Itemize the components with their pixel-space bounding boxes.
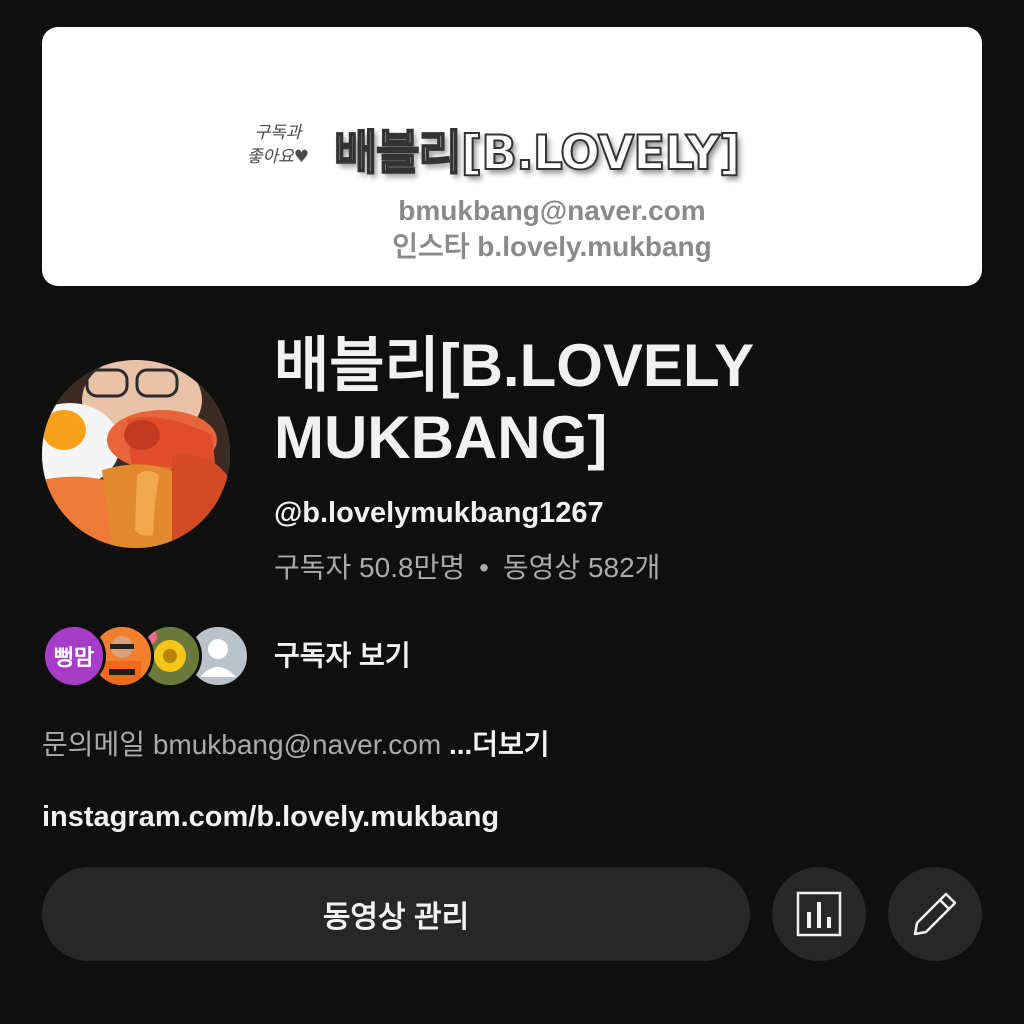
subscriber-count: 구독자 50.8만명 (274, 552, 466, 583)
channel-stats: 구독자 50.8만명 • 동영상 582개 (274, 549, 660, 587)
subscriber-avatars[interactable]: 뻥맘 (42, 624, 252, 688)
banner-title: 배블리[B.LOVELY] (333, 125, 741, 182)
manage-videos-button[interactable]: 동영상 관리 (42, 867, 750, 961)
banner-email: bmukbang@naver.com (398, 195, 706, 226)
view-subscribers-link[interactable]: 구독자 보기 (274, 638, 411, 674)
manage-videos-label: 동영상 관리 (322, 901, 470, 934)
banner-instagram: 인스타 b.lovely.mukbang (392, 231, 712, 262)
pencil-icon (913, 892, 957, 936)
description-text: 문의메일 bmukbang@naver.com (42, 729, 449, 760)
banner-handwriting-text: 구독과 좋아요♥ (246, 123, 310, 167)
channel-handle: @b.lovelymukbang1267 (274, 497, 604, 529)
analytics-bar-chart-icon (796, 891, 842, 937)
subscriber-avatar-text: 뻥맘 (42, 624, 106, 688)
instagram-link[interactable]: instagram.com/b.lovely.mukbang (42, 798, 499, 836)
edit-channel-button[interactable] (888, 867, 982, 961)
channel-name: 배블리[B.LOVELY MUKBANG] (274, 332, 754, 471)
show-more-link[interactable]: ...더보기 (449, 729, 550, 760)
channel-avatar-image (42, 360, 230, 548)
stats-separator: • (479, 552, 489, 583)
channel-banner: 구독과 좋아요♥ 배블리[B.LOVELY] bmukbang@naver.co… (42, 27, 982, 286)
video-count: 동영상 582개 (502, 552, 661, 583)
channel-description[interactable]: 문의메일 bmukbang@naver.com ...더보기 (42, 726, 550, 764)
analytics-button[interactable] (772, 867, 866, 961)
channel-avatar[interactable] (42, 360, 230, 548)
